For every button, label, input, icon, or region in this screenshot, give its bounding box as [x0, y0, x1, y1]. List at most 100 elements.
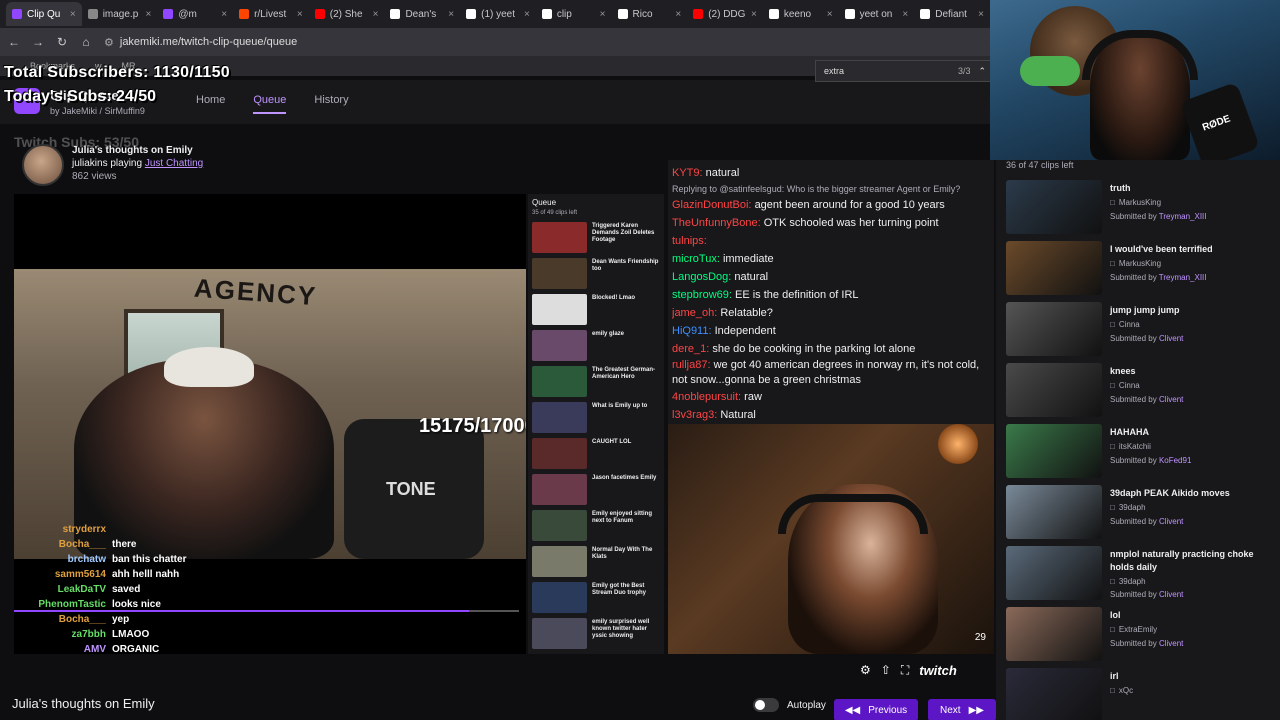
browser-tab[interactable]: Dean's ×	[384, 2, 460, 26]
chat-username[interactable]: l3v3rag3:	[672, 409, 717, 421]
inner-queue-item[interactable]: CAUGHT LOL	[532, 438, 662, 470]
browser-tab[interactable]: (1) yeet ×	[460, 2, 536, 26]
queue-item[interactable]: irl □ xQc	[1006, 668, 1276, 720]
inner-queue-item[interactable]: Blocked! Lmao	[532, 294, 662, 326]
find-input[interactable]: extra	[824, 66, 844, 76]
settings-icon[interactable]: ⚙	[860, 663, 871, 677]
chat-username[interactable]: LangosDog:	[672, 271, 731, 283]
tab-close-icon[interactable]: ×	[751, 9, 757, 20]
queue-item-thumbnail[interactable]	[1006, 546, 1102, 600]
browser-tab[interactable]: yeet on ×	[839, 2, 915, 26]
reload-icon[interactable]: ↻	[56, 35, 68, 49]
autoplay-toggle[interactable]	[753, 698, 779, 712]
queue-item-thumbnail[interactable]	[1006, 668, 1102, 720]
inner-queue-item[interactable]: Triggered Karen Demands Zoil Deletes Foo…	[532, 222, 662, 254]
nav-queue[interactable]: Queue	[253, 94, 287, 114]
tab-close-icon[interactable]: ×	[600, 9, 606, 20]
queue-item[interactable]: knees □ Cinna Submitted by Clivent	[1006, 363, 1276, 419]
queue-item[interactable]: jump jump jump □ Cinna Submitted by Clivent	[1006, 302, 1276, 358]
tab-close-icon[interactable]: ×	[978, 9, 984, 20]
browser-tab[interactable]: image.p ×	[82, 2, 158, 26]
queue-item-thumbnail[interactable]	[1006, 302, 1102, 356]
inner-queue-item[interactable]: Dean Wants Friendship too	[532, 258, 662, 290]
game-link[interactable]: Just Chatting	[145, 158, 203, 169]
chat-username[interactable]: microTux:	[672, 253, 720, 265]
fullscreen-icon[interactable]: ⛶	[901, 663, 909, 678]
chat-username[interactable]: jame_oh:	[672, 307, 717, 319]
browser-tab[interactable]: Rico ×	[612, 2, 688, 26]
chat-username[interactable]: GlazinDonutBoi:	[672, 199, 752, 211]
author-link[interactable]: SirMuffin9	[105, 106, 145, 116]
avatar[interactable]	[22, 144, 64, 186]
queue-item[interactable]: lol □ ExtraEmily Submitted by Clivent	[1006, 607, 1276, 663]
tab-close-icon[interactable]: ×	[146, 9, 152, 20]
inner-queue-item[interactable]: Emily enjoyed sitting next to Fanum	[532, 510, 662, 542]
tab-close-icon[interactable]: ×	[524, 9, 530, 20]
queue-item-thumbnail[interactable]	[1006, 241, 1102, 295]
url-field[interactable]: ⚙ jakemiki.me/twitch-clip-queue/queue	[104, 36, 297, 49]
chat-username[interactable]: dere_1:	[672, 343, 709, 355]
tab-close-icon[interactable]: ×	[902, 9, 908, 20]
tab-close-icon[interactable]: ×	[373, 9, 379, 20]
tab-close-icon[interactable]: ×	[827, 9, 833, 20]
chat-username[interactable]: rullja87:	[672, 359, 711, 371]
queue-item-thumbnail[interactable]	[1006, 607, 1102, 661]
queue-item[interactable]: 39daph PEAK Aikido moves □ 39daph Submitted…	[1006, 485, 1276, 541]
video-frame-left[interactable]: AGENCY TONE 15175/17000 stryderrx Bocha__…	[14, 194, 526, 654]
previous-button[interactable]: ◀◀ Previous	[834, 699, 918, 720]
webcam-feed-woman[interactable]: 29	[668, 424, 994, 654]
share-icon[interactable]: ⇧	[881, 663, 891, 677]
inner-queue-item[interactable]: emily glaze	[532, 330, 662, 362]
home-icon[interactable]: ⌂	[80, 35, 92, 49]
queue-item[interactable]: I would've been terrified □ MarkusKing Subm…	[1006, 241, 1276, 297]
inner-queue-item[interactable]: Normal Day With The Klats	[532, 546, 662, 578]
queue-item[interactable]: truth □ MarkusKing Submitted by Treyman_XII…	[1006, 180, 1276, 236]
queue-item-thumbnail[interactable]	[1006, 424, 1102, 478]
inner-queue-item[interactable]: The Greatest German-American Hero	[532, 366, 662, 398]
twitch-logo[interactable]: twitch	[919, 663, 957, 678]
queue-item[interactable]: HAHAHA □ itsKatchii Submitted by KoFed91	[1006, 424, 1276, 480]
chat-username[interactable]: HiQ911:	[672, 325, 712, 337]
browser-tab[interactable]: r/Livest ×	[233, 2, 309, 26]
tab-favicon-icon	[844, 9, 855, 19]
browser-tab[interactable]: keeno ×	[763, 2, 839, 26]
chat-username[interactable]: stepbrow69:	[672, 289, 732, 301]
browser-tab[interactable]: clip ×	[536, 2, 612, 26]
chevron-up-icon[interactable]: ⌃	[978, 66, 986, 77]
chat-username[interactable]: 4noblepursuit:	[672, 391, 741, 403]
nav-history[interactable]: History	[314, 94, 348, 114]
browser-tab[interactable]: (2) DDG ×	[687, 2, 763, 26]
chat-username[interactable]: TheUnfunnyBone:	[672, 217, 761, 229]
forward-icon[interactable]: →	[32, 35, 44, 49]
queue-item-thumbnail[interactable]	[1006, 485, 1102, 539]
next-button[interactable]: Next ▶▶	[928, 699, 996, 720]
queue-item-thumbnail[interactable]	[1006, 180, 1102, 234]
tab-close-icon[interactable]: ×	[297, 9, 303, 20]
nav-home[interactable]: Home	[196, 94, 225, 114]
inner-queue-thumbnail	[532, 258, 587, 289]
chat-username[interactable]: tulnips:	[672, 235, 707, 247]
green-plush-image	[1020, 56, 1080, 86]
inner-queue-item[interactable]: Jason facetimes Emily	[532, 474, 662, 506]
queue-item-title: 39daph PEAK Aikido moves	[1110, 488, 1230, 498]
channel-name[interactable]: juliakins	[72, 158, 108, 169]
author-link[interactable]: JakeMiki	[62, 106, 97, 116]
video-progress-bar[interactable]	[14, 610, 519, 612]
browser-tab[interactable]: @m ×	[157, 2, 233, 26]
tab-close-icon[interactable]: ×	[70, 9, 76, 20]
browser-tab[interactable]: Clip Qu ×	[6, 2, 82, 26]
chat-username[interactable]: KYT9:	[672, 167, 703, 179]
site-info-icon[interactable]: ⚙	[104, 36, 114, 49]
browser-tab[interactable]: (2) She ×	[309, 2, 385, 26]
queue-item[interactable]: nmplol naturally practicing choke holds …	[1006, 546, 1276, 602]
tab-close-icon[interactable]: ×	[221, 9, 227, 20]
browser-tab[interactable]: Defiant ×	[914, 2, 990, 26]
inner-queue-item[interactable]: What is Emily up to	[532, 402, 662, 434]
tab-close-icon[interactable]: ×	[675, 9, 681, 20]
inner-queue-item[interactable]: Emily got the Best Stream Duo trophy	[532, 582, 662, 614]
back-icon[interactable]: ←	[8, 35, 20, 49]
inner-queue-item[interactable]: emily surprised well known twitter hater…	[532, 618, 662, 650]
tab-close-icon[interactable]: ×	[448, 9, 454, 20]
queue-item-submitter: Submitted by KoFed91	[1110, 456, 1191, 465]
queue-item-thumbnail[interactable]	[1006, 363, 1102, 417]
